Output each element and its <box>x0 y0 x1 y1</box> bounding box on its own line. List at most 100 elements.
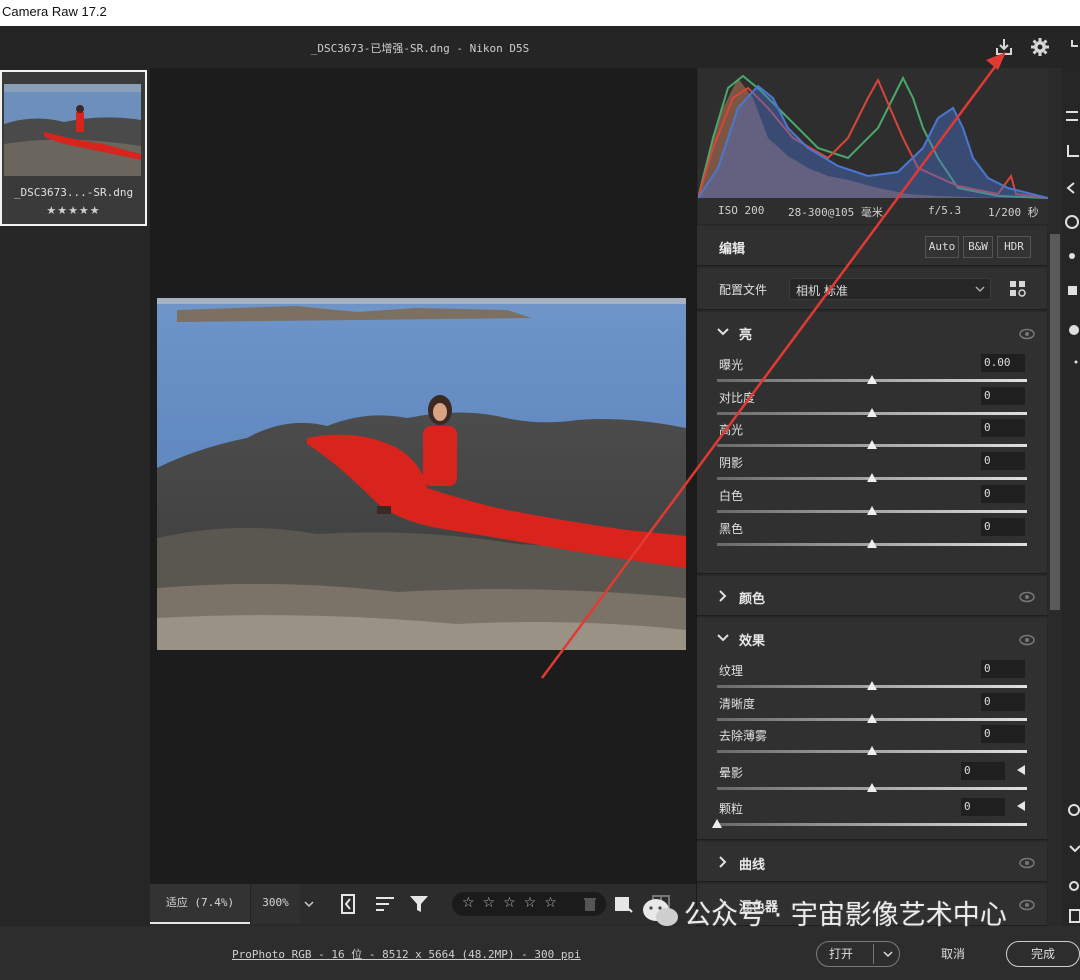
slider-value-input[interactable]: 0 <box>961 798 1005 816</box>
slider-thumb[interactable] <box>867 440 877 450</box>
rating-stars[interactable]: ☆☆☆☆☆ <box>462 895 565 911</box>
slider-thumb[interactable] <box>867 538 877 548</box>
window-titlebar: Camera Raw 17.2 <box>0 0 1080 26</box>
slider-thumb[interactable] <box>867 681 877 690</box>
preset-tool-icon[interactable] <box>1064 322 1080 338</box>
filmstrip-toggle-icon[interactable] <box>338 893 362 915</box>
zoom-fit-button[interactable]: 适应 (7.4%) <box>150 884 250 924</box>
scrollbar-thumb[interactable] <box>1050 234 1060 610</box>
image-viewer[interactable] <box>150 68 696 884</box>
curve-title[interactable]: 曲线 <box>739 854 765 873</box>
slider-label: 对比度 <box>719 390 756 405</box>
zoom-300-button[interactable]: 300% <box>250 884 300 924</box>
slider-value-input[interactable]: 0 <box>981 419 1025 438</box>
slider-label: 晕影 <box>719 765 744 780</box>
slider-value-input[interactable]: 0 <box>981 692 1025 711</box>
mask-tool-icon[interactable] <box>1064 214 1080 230</box>
chevron-right-icon[interactable] <box>717 590 729 602</box>
open-button-divider <box>873 944 874 964</box>
slider-thumb[interactable] <box>867 746 877 755</box>
bw-button[interactable]: B&W <box>963 236 993 258</box>
hdr-button[interactable]: HDR <box>997 236 1031 258</box>
slider-value-input[interactable]: 0.00 <box>981 354 1025 372</box>
open-button[interactable]: 打开 <box>816 941 900 967</box>
slider-track[interactable] <box>717 823 1027 826</box>
save-icon[interactable] <box>993 36 1015 58</box>
edit-scroll-area[interactable]: 编辑 Auto B&W HDR 配置文件 相机 标准 亮 曝光 0.00 对比度… <box>697 226 1047 926</box>
slider-thumb[interactable] <box>867 407 877 417</box>
trash-icon[interactable] <box>582 896 598 912</box>
settings-tool-icon[interactable] <box>1064 878 1080 894</box>
chevron-down-icon[interactable] <box>879 942 897 974</box>
eye-icon[interactable] <box>1019 857 1035 869</box>
slider-thumb[interactable] <box>867 375 877 384</box>
tool-rail <box>1062 68 1080 926</box>
slider-row: 清晰度 0 <box>697 692 1047 726</box>
before-after-icon[interactable] <box>612 893 636 915</box>
chevron-right-icon[interactable] <box>717 856 729 868</box>
color-title[interactable]: 颜色 <box>739 588 765 607</box>
gear-icon[interactable] <box>1029 36 1051 58</box>
slider-value-input[interactable]: 0 <box>981 452 1025 471</box>
slider-row: 白色 0 <box>697 484 1047 518</box>
edit-tool-icon[interactable] <box>1064 108 1080 124</box>
color-section[interactable]: 颜色 <box>697 576 1047 616</box>
slider-thumb[interactable] <box>867 505 877 515</box>
edit-title: 编辑 <box>719 242 746 257</box>
crop-tool-icon[interactable] <box>1064 144 1080 160</box>
slider-thumb[interactable] <box>867 713 877 723</box>
panel-scrollbar[interactable] <box>1048 224 1062 926</box>
slider-value-input[interactable]: 0 <box>981 660 1025 678</box>
sort-icon[interactable] <box>374 893 398 915</box>
expand-icon[interactable] <box>1066 36 1080 58</box>
rating-control[interactable]: ☆☆☆☆☆ <box>452 892 606 916</box>
slider-reset-icon[interactable] <box>1017 801 1025 811</box>
slider-value-input[interactable]: 0 <box>981 484 1025 503</box>
chevron-down-icon[interactable] <box>717 326 729 338</box>
slider-reset-icon[interactable] <box>1017 764 1025 775</box>
effects-title[interactable]: 效果 <box>739 630 765 649</box>
zoom-tool-icon[interactable] <box>1064 802 1080 818</box>
curve-section[interactable]: 曲线 <box>697 842 1047 882</box>
eye-icon[interactable] <box>1019 591 1035 603</box>
light-title[interactable]: 亮 <box>739 324 752 343</box>
effects-section: 效果 纹理 0 清晰度 0 去除薄雾 0 晕影 0 颗粒 0 <box>697 618 1047 840</box>
cancel-button[interactable]: 取消 <box>912 941 994 967</box>
slider-row: 晕影 0 <box>697 761 1047 795</box>
chevron-down-icon[interactable] <box>1064 840 1080 856</box>
edit-header: 编辑 Auto B&W HDR <box>697 226 1047 266</box>
redeye-tool-icon[interactable] <box>1064 248 1080 264</box>
slider-row: 阴影 0 <box>697 452 1047 485</box>
app-title: Camera Raw 17.2 <box>2 4 107 19</box>
eye-icon[interactable] <box>1019 328 1035 340</box>
view-toolbar: 适应 (7.4%) 300% ☆☆☆☆☆ <box>150 884 696 924</box>
profile-row: 配置文件 相机 标准 <box>697 268 1047 310</box>
profile-select[interactable]: 相机 标准 <box>789 278 991 300</box>
slider-value-input[interactable]: 0 <box>981 517 1025 536</box>
slider-row: 去除薄雾 0 <box>697 725 1047 758</box>
heal-tool-icon[interactable] <box>1064 180 1080 196</box>
slider-thumb[interactable] <box>712 819 722 828</box>
slider-value-input[interactable]: 0 <box>981 725 1025 743</box>
slider-value-input[interactable]: 0 <box>961 761 1005 780</box>
done-button[interactable]: 完成 <box>1006 941 1080 967</box>
slider-row: 曝光 0.00 <box>697 354 1047 387</box>
eye-icon[interactable] <box>1019 634 1035 646</box>
chevron-down-icon[interactable] <box>717 632 729 644</box>
auto-button[interactable]: Auto <box>925 236 959 258</box>
slider-label: 清晰度 <box>719 696 756 711</box>
histogram: ISO 200 28-300@105 毫米 f/5.3 1/200 秒 <box>697 68 1049 224</box>
more-icon[interactable] <box>1064 356 1080 372</box>
slider-thumb[interactable] <box>867 782 877 792</box>
slider-value-input[interactable]: 0 <box>981 386 1025 405</box>
footer-bar: ProPhoto RGB - 16 位 - 8512 x 5664 (48.2M… <box>0 926 1080 980</box>
profile-browser-icon[interactable] <box>1009 280 1027 298</box>
zoom-dropdown-icon[interactable] <box>300 884 318 924</box>
slider-thumb[interactable] <box>867 473 877 483</box>
filmstrip-thumbnail[interactable]: _DSC3673...-SR.dng ★★★★★ <box>0 70 147 226</box>
iso-value: ISO 200 <box>718 204 765 217</box>
thumbnail-rating: ★★★★★ <box>46 204 101 217</box>
snapshot-tool-icon[interactable] <box>1064 282 1080 298</box>
workflow-options-link[interactable]: ProPhoto RGB - 16 位 - 8512 x 5664 (48.2M… <box>232 946 581 962</box>
filter-icon[interactable] <box>408 893 432 915</box>
